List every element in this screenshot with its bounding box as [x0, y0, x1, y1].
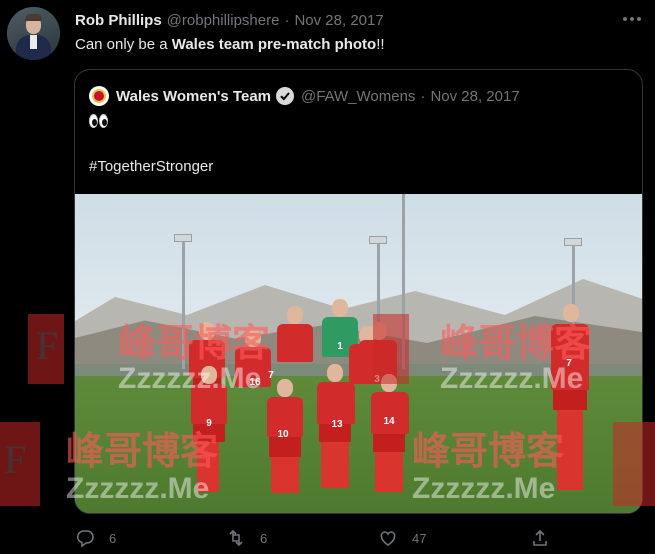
- like-count: 47: [412, 530, 427, 546]
- quoted-tweet[interactable]: Wales Women's Team @FAW_Womens · Nov 28,…: [74, 69, 643, 514]
- tweet-date[interactable]: Nov 28, 2017: [294, 12, 383, 29]
- player-number: 9: [206, 418, 212, 429]
- player-number: 13: [331, 419, 343, 430]
- player-number: 14: [383, 416, 395, 427]
- author-name[interactable]: Rob Phillips: [75, 12, 162, 29]
- player-number: 7: [566, 358, 572, 369]
- quoted-author-name[interactable]: Wales Women's Team: [116, 88, 271, 105]
- quoted-separator: ·: [420, 87, 426, 105]
- quoted-date[interactable]: Nov 28, 2017: [430, 88, 519, 105]
- player-number: 10: [277, 429, 289, 440]
- action-bar: 6 6 47: [0, 524, 655, 552]
- team-photo[interactable]: 16 7 1 3 9 10 13 14 7: [75, 194, 642, 513]
- eyes-icon: [89, 114, 108, 134]
- tweet-header: Rob Phillips @robphillipshere · Nov 28, …: [75, 10, 384, 30]
- tweet-text-pre: Can only be a: [75, 36, 172, 53]
- tweet-text-post: !!: [376, 36, 385, 53]
- watermark-letter: F: [36, 323, 59, 368]
- more-icon[interactable]: [621, 11, 643, 27]
- player: 7: [545, 304, 595, 504]
- author-handle[interactable]: @robphillipshere: [167, 12, 280, 29]
- verified-icon: [276, 87, 295, 105]
- player: 9: [187, 366, 231, 506]
- like-button[interactable]: 47: [378, 526, 426, 550]
- quoted-author-handle[interactable]: @FAW_Womens: [301, 88, 415, 105]
- author-avatar[interactable]: [7, 7, 60, 60]
- player: 10: [263, 379, 307, 509]
- watermark-letter: F: [4, 437, 27, 482]
- quoted-header: Wales Women's Team @FAW_Womens · Nov 28,…: [89, 85, 520, 107]
- like-icon: [380, 531, 396, 546]
- player: 14: [367, 374, 413, 504]
- retweet-count: 6: [260, 530, 268, 546]
- header-separator: ·: [284, 11, 290, 29]
- tweet[interactable]: Rob Phillips @robphillipshere · Nov 28, …: [0, 0, 655, 554]
- share-button[interactable]: [530, 526, 550, 550]
- share-icon: [533, 529, 547, 546]
- watermark-box: [0, 422, 40, 506]
- tweet-text: Can only be a Wales team pre-match photo…: [75, 36, 385, 53]
- watermark-box: [28, 314, 64, 384]
- reply-count: 6: [109, 530, 117, 546]
- hashtag[interactable]: #TogetherStronger: [89, 158, 213, 175]
- quoted-avatar[interactable]: [89, 86, 109, 106]
- retweet-button[interactable]: 6: [226, 526, 267, 550]
- reply-icon: [76, 530, 94, 548]
- tweet-text-bold: Wales team pre-match photo: [171, 36, 377, 53]
- reply-button[interactable]: 6: [75, 526, 116, 550]
- player: 13: [313, 364, 357, 504]
- retweet-icon: [229, 529, 243, 547]
